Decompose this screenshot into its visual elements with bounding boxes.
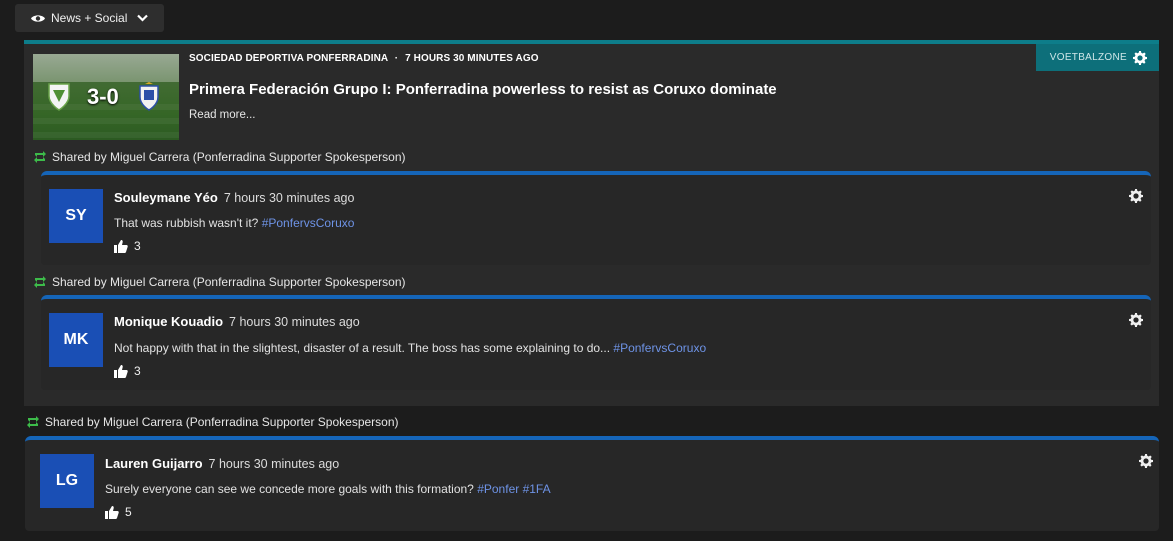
chevron-down-icon <box>137 14 149 22</box>
post-time: 7 hours 30 minutes ago <box>208 457 340 471</box>
avatar[interactable]: SY <box>49 189 103 243</box>
retweet-icon <box>34 151 46 163</box>
like-button[interactable]: 3 <box>114 239 141 253</box>
post-author: Lauren Guijarro 7 hours 30 minutes ago <box>105 456 339 471</box>
post-author: Souleymane Yéo 7 hours 30 minutes ago <box>114 190 354 205</box>
news-card-accent-bar <box>24 40 1159 44</box>
ponferradina-crest-icon <box>139 82 159 111</box>
social-post: MK Monique Kouadio 7 hours 30 minutes ago… <box>41 295 1151 390</box>
news-time: 7 HOURS 30 MINUTES AGO <box>405 53 539 64</box>
news-title[interactable]: Primera Federación Grupo I: Ponferradina… <box>189 81 777 98</box>
post-text: Not happy with that in the slightest, di… <box>114 341 707 355</box>
like-count: 3 <box>134 239 141 253</box>
gear-icon[interactable] <box>1129 313 1143 327</box>
news-source: SOCIEDAD DEPORTIVA PONFERRADINA <box>189 53 388 64</box>
author-name[interactable]: Souleymane Yéo <box>114 190 218 205</box>
author-name[interactable]: Lauren Guijarro <box>105 456 203 471</box>
coruxo-crest-icon <box>48 83 70 111</box>
thumbs-up-icon <box>114 364 128 378</box>
match-score: 3-0 <box>87 84 119 109</box>
social-post: LG Lauren Guijarro 7 hours 30 minutes ago… <box>25 436 1159 531</box>
thumbs-up-icon <box>114 239 128 253</box>
like-button[interactable]: 3 <box>114 364 141 378</box>
hashtag-link[interactable]: #PonfervsCoruxo <box>613 341 706 355</box>
post-author: Monique Kouadio 7 hours 30 minutes ago <box>114 314 360 329</box>
author-name[interactable]: Monique Kouadio <box>114 314 223 329</box>
eye-icon <box>31 14 45 22</box>
news-tag-badge[interactable]: VOETBALZONE <box>1036 44 1159 71</box>
shared-by-line: Shared by Miguel Carrera (Ponferradina S… <box>33 275 406 289</box>
shared-by-line: Shared by Miguel Carrera (Ponferradina S… <box>26 415 399 429</box>
hashtag-link[interactable]: #PonfervsCoruxo <box>262 216 355 230</box>
post-time: 7 hours 30 minutes ago <box>229 315 360 329</box>
gear-icon[interactable] <box>1139 454 1153 468</box>
news-tag-label: VOETBALZONE <box>1049 52 1127 63</box>
news-image[interactable]: 3-0 <box>33 54 179 140</box>
shared-by-line: Shared by Miguel Carrera (Ponferradina S… <box>33 150 406 164</box>
post-text: That was rubbish wasn't it? #PonfervsCor… <box>114 216 355 230</box>
gear-icon[interactable] <box>1129 189 1143 203</box>
retweet-icon <box>27 416 39 428</box>
news-source-line: SOCIEDAD DEPORTIVA PONFERRADINA · 7 HOUR… <box>189 53 539 64</box>
avatar[interactable]: MK <box>49 313 103 367</box>
retweet-icon <box>34 276 46 288</box>
news-card: 3-0 SOCIEDAD DEPORTIVA PONFERRADINA · 7 … <box>24 40 1159 406</box>
hashtag-link[interactable]: #Ponfer #1FA <box>477 482 550 496</box>
thumbs-up-icon <box>105 505 119 519</box>
read-more-link[interactable]: Read more... <box>189 109 255 121</box>
like-count: 5 <box>125 505 132 519</box>
like-count: 3 <box>134 364 141 378</box>
post-time: 7 hours 30 minutes ago <box>223 191 355 205</box>
filter-label: News + Social <box>51 11 128 25</box>
news-social-filter-dropdown[interactable]: News + Social <box>15 4 164 32</box>
avatar[interactable]: LG <box>40 454 94 508</box>
social-post: SY Souleymane Yéo 7 hours 30 minutes ago … <box>41 171 1151 265</box>
post-text: Surely everyone can see we concede more … <box>105 482 551 496</box>
like-button[interactable]: 5 <box>105 505 132 519</box>
gear-icon <box>1133 50 1147 65</box>
